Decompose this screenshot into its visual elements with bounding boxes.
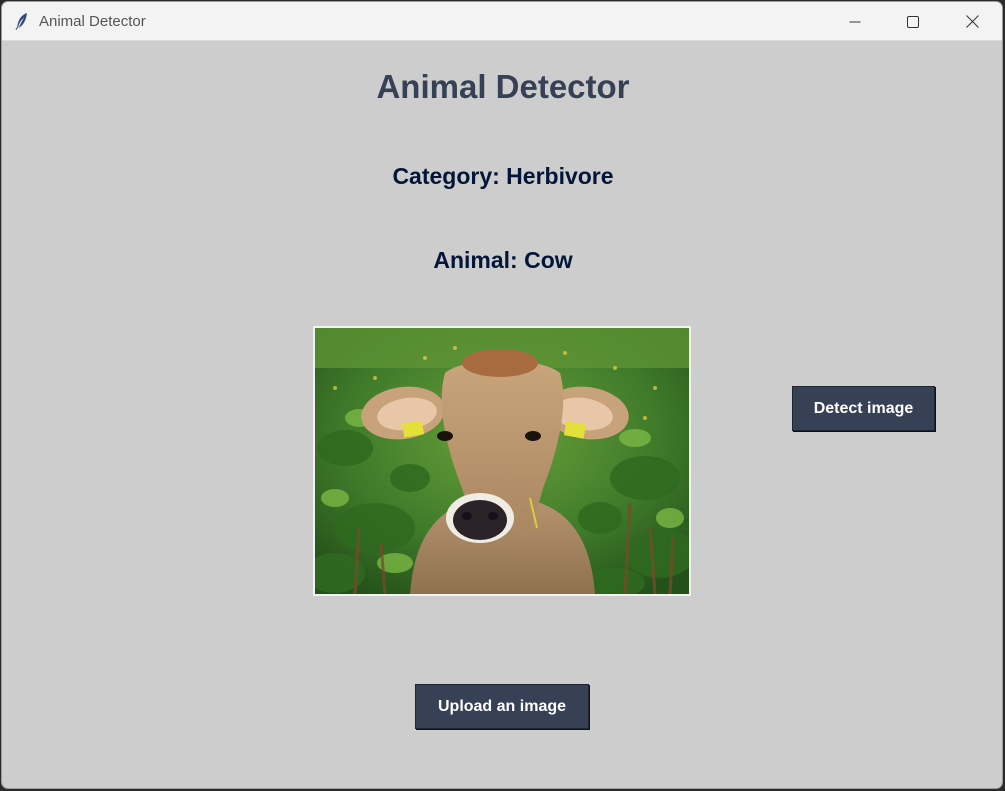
minimize-icon [849, 21, 861, 22]
uploaded-image [313, 326, 691, 596]
maximize-button[interactable] [884, 2, 942, 41]
animal-label: Animal: Cow [433, 247, 573, 273]
page-title: Animal Detector [376, 68, 630, 105]
detect-image-button[interactable]: Detect image [792, 386, 935, 431]
close-button[interactable] [943, 2, 1001, 41]
close-icon [965, 15, 979, 28]
app-window: Animal Detector Animal Detector Category… [1, 1, 1003, 789]
minimize-button[interactable] [826, 2, 884, 41]
category-label: Category: Herbivore [392, 163, 614, 189]
upload-image-button[interactable]: Upload an image [415, 684, 589, 729]
cow-image [315, 328, 689, 594]
window-title: Animal Detector [39, 13, 146, 30]
title-bar[interactable]: Animal Detector [2, 2, 1002, 41]
maximize-icon [907, 15, 919, 28]
feather-icon [15, 13, 27, 30]
main-content: Animal Detector Category: Herbivore Anim… [2, 41, 1002, 788]
